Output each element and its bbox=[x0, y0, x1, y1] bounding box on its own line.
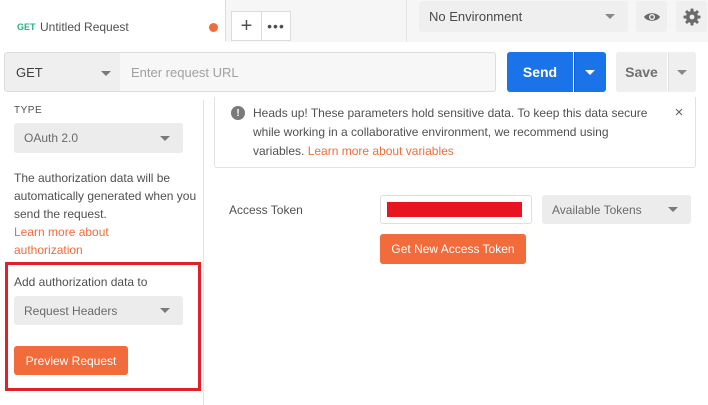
auth-type-select[interactable]: OAuth 2.0 bbox=[14, 123, 183, 153]
auth-type-label: TYPE bbox=[14, 105, 43, 116]
panel-divider bbox=[203, 100, 204, 405]
learn-more-variables-link[interactable]: Learn more about variables bbox=[308, 144, 454, 158]
redacted-token-value bbox=[387, 202, 522, 217]
send-button[interactable]: Send bbox=[507, 52, 573, 92]
toolbar-divider bbox=[406, 0, 407, 42]
chevron-down-icon bbox=[160, 308, 170, 313]
access-token-input[interactable] bbox=[380, 195, 532, 224]
get-new-access-token-button[interactable]: Get New Access Token bbox=[380, 234, 526, 264]
available-tokens-select[interactable]: Available Tokens bbox=[542, 195, 691, 224]
eye-icon bbox=[643, 12, 660, 21]
tab-method-label: GET bbox=[17, 22, 36, 32]
add-auth-to-selected-value: Request Headers bbox=[24, 304, 118, 318]
new-tab-button[interactable]: + bbox=[231, 11, 261, 41]
chevron-down-icon bbox=[677, 70, 687, 75]
method-selected-value: GET bbox=[16, 65, 43, 80]
chevron-down-icon bbox=[605, 14, 615, 19]
method-select[interactable]: GET bbox=[4, 52, 121, 92]
environment-selected-value: No Environment bbox=[429, 9, 523, 24]
auth-type-selected-value: OAuth 2.0 bbox=[24, 131, 79, 145]
sensitive-data-notice: ! Heads up! These parameters hold sensit… bbox=[214, 97, 696, 168]
chevron-down-icon bbox=[585, 70, 595, 75]
settings-button[interactable] bbox=[676, 1, 707, 32]
preview-request-button[interactable]: Preview Request bbox=[14, 346, 128, 375]
add-auth-to-select[interactable]: Request Headers bbox=[14, 296, 183, 325]
auth-description: The authorization data will be automatic… bbox=[14, 171, 197, 221]
add-auth-data-label: Add authorization data to bbox=[14, 275, 148, 289]
chevron-down-icon bbox=[668, 207, 678, 212]
save-button[interactable]: Save bbox=[616, 52, 667, 92]
environment-select[interactable]: No Environment bbox=[419, 1, 628, 32]
access-token-label: Access Token bbox=[229, 203, 303, 217]
request-tab[interactable]: GET Untitled Request bbox=[0, 0, 226, 42]
notice-text: Heads up! These parameters hold sensitiv… bbox=[253, 104, 653, 161]
request-url-input[interactable] bbox=[120, 52, 496, 92]
tab-title: Untitled Request bbox=[40, 20, 129, 34]
unsaved-indicator bbox=[209, 23, 218, 32]
tab-more-button[interactable]: ••• bbox=[261, 11, 291, 41]
send-options-button[interactable] bbox=[574, 52, 606, 92]
available-tokens-label: Available Tokens bbox=[552, 203, 642, 217]
save-options-button[interactable] bbox=[668, 52, 696, 92]
learn-more-authorization-link[interactable]: Learn more about authorization bbox=[14, 223, 164, 259]
environment-quick-look-button[interactable] bbox=[636, 1, 667, 32]
info-icon: ! bbox=[231, 106, 245, 120]
chevron-down-icon bbox=[101, 71, 111, 76]
chevron-down-icon bbox=[160, 136, 170, 141]
close-icon[interactable]: × bbox=[671, 104, 687, 121]
gear-icon bbox=[683, 8, 700, 25]
